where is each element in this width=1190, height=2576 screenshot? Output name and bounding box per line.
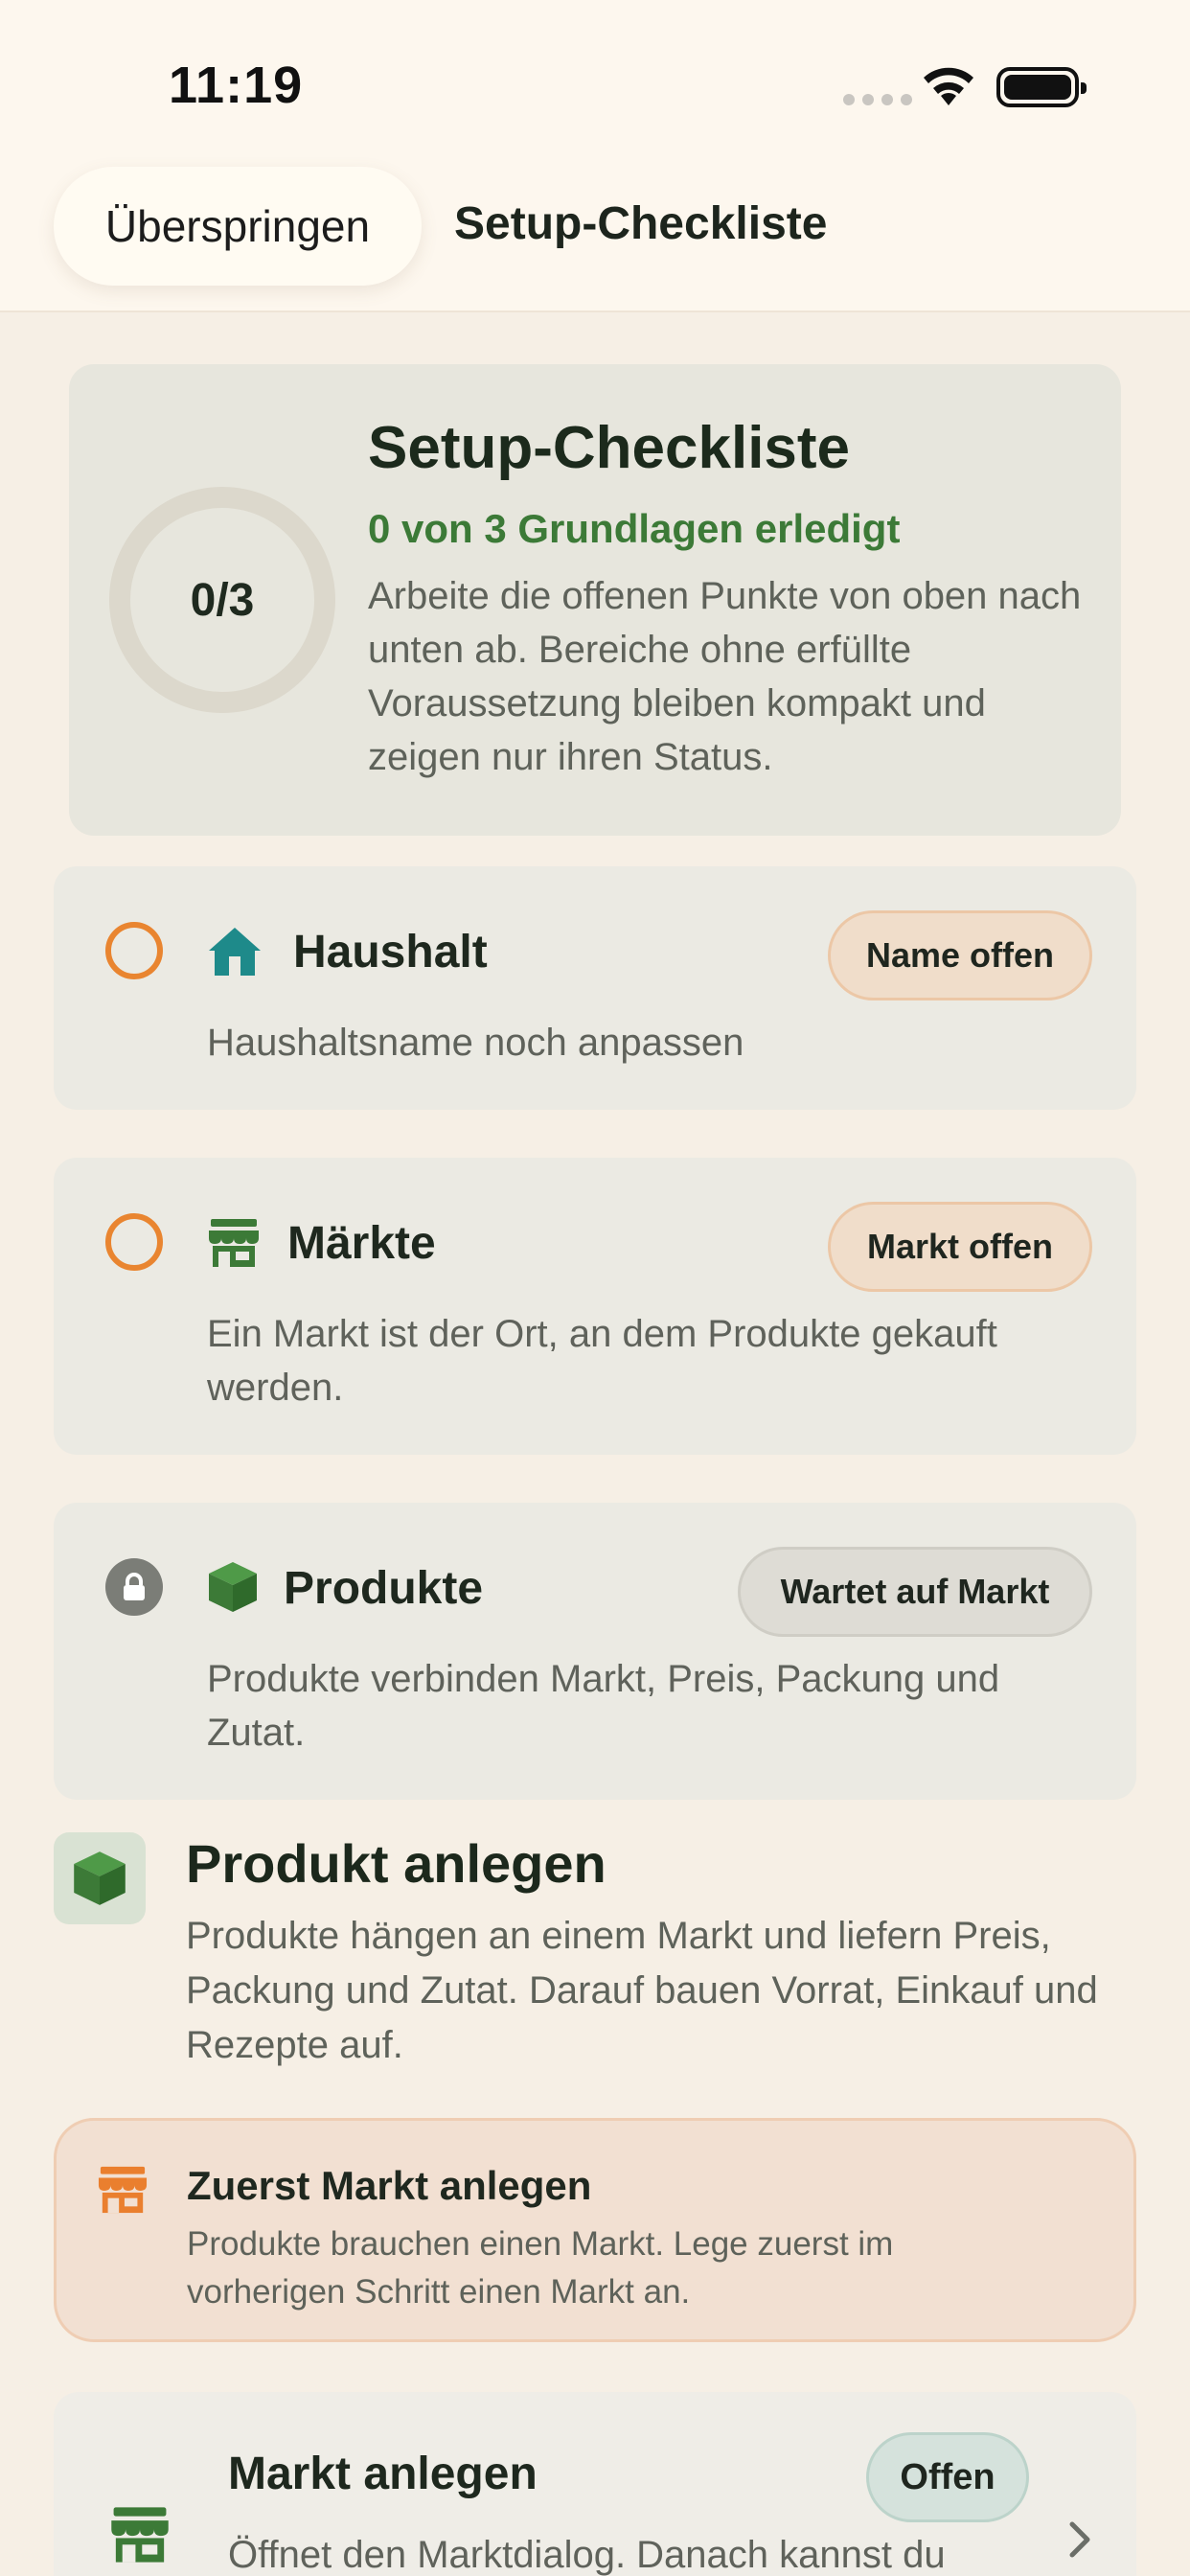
open-status-circle-icon (105, 922, 163, 979)
checklist-item-title: Märkte (287, 1218, 436, 1269)
status-badge: Markt offen (828, 1202, 1092, 1292)
checklist-item-description: Ein Markt ist der Ort, an dem Produkte g… (207, 1313, 997, 1409)
skip-button[interactable]: Überspringen (54, 167, 422, 286)
warning-title: Zuerst Markt anlegen (187, 2163, 592, 2208)
summary-description: Arbeite die offenen Punkte von oben nach… (368, 575, 1082, 778)
box-icon (74, 1852, 126, 1905)
wifi-icon (924, 67, 973, 105)
warning-description: Produkte brauchen einen Markt. Lege zuer… (187, 2225, 894, 2311)
progress-summary-card: 0/3 Setup-Checkliste 0 von 3 Grundlagen … (69, 364, 1121, 836)
nav-title: Setup-Checkliste (454, 198, 828, 249)
store-icon (111, 2507, 169, 2563)
status-time: 11:19 (169, 57, 304, 114)
status-badge: Offen (866, 2432, 1029, 2522)
progress-ring-label: 0/3 (190, 574, 255, 626)
box-icon (209, 1562, 257, 1612)
action-description: Öffnet den Marktdialog. Danach kannst du (228, 2534, 946, 2576)
action-title: Markt anlegen (228, 2449, 538, 2499)
chevron-right-icon (1069, 2521, 1090, 2558)
status-badge: Wartet auf Markt (738, 1547, 1092, 1637)
house-icon (209, 928, 261, 976)
checklist-item-description: Produkte verbinden Markt, Preis, Packung… (207, 1658, 1000, 1754)
checklist-item-maerkte[interactable]: Märkte Markt offen Ein Markt ist der Ort… (54, 1158, 1136, 1455)
warning-banner: Zuerst Markt anlegen Produkte brauchen e… (54, 2118, 1136, 2342)
checklist-item-produkte[interactable]: Produkte Wartet auf Markt Produkte verbi… (54, 1503, 1136, 1800)
produkt-section-icon (54, 1832, 146, 1924)
store-icon (98, 2166, 148, 2214)
produkt-section-description: Produkte hängen an einem Markt und liefe… (186, 1915, 1098, 2066)
store-icon (209, 1219, 259, 1267)
open-status-circle-icon (105, 1213, 163, 1271)
create-market-action[interactable]: Markt anlegen Offen Öffnet den Marktdial… (54, 2392, 1136, 2576)
status-badge: Name offen (828, 910, 1092, 1000)
lock-icon (105, 1558, 163, 1616)
summary-title: Setup-Checkliste (368, 415, 851, 481)
summary-progress-text: 0 von 3 Grundlagen erledigt (368, 506, 901, 551)
checklist-item-description: Haushaltsname noch anpassen (207, 1022, 744, 1064)
battery-icon (996, 67, 1087, 107)
produkt-section-title: Produkt anlegen (186, 1833, 606, 1894)
checklist-item-title: Haushalt (293, 927, 488, 978)
checklist-item-title: Produkte (284, 1563, 484, 1614)
nav-bar: Überspringen Setup-Checkliste (0, 144, 1190, 312)
checklist-item-haushalt[interactable]: Haushalt Name offen Haushaltsname noch a… (54, 866, 1136, 1110)
cellular-signal-icon (843, 94, 912, 105)
